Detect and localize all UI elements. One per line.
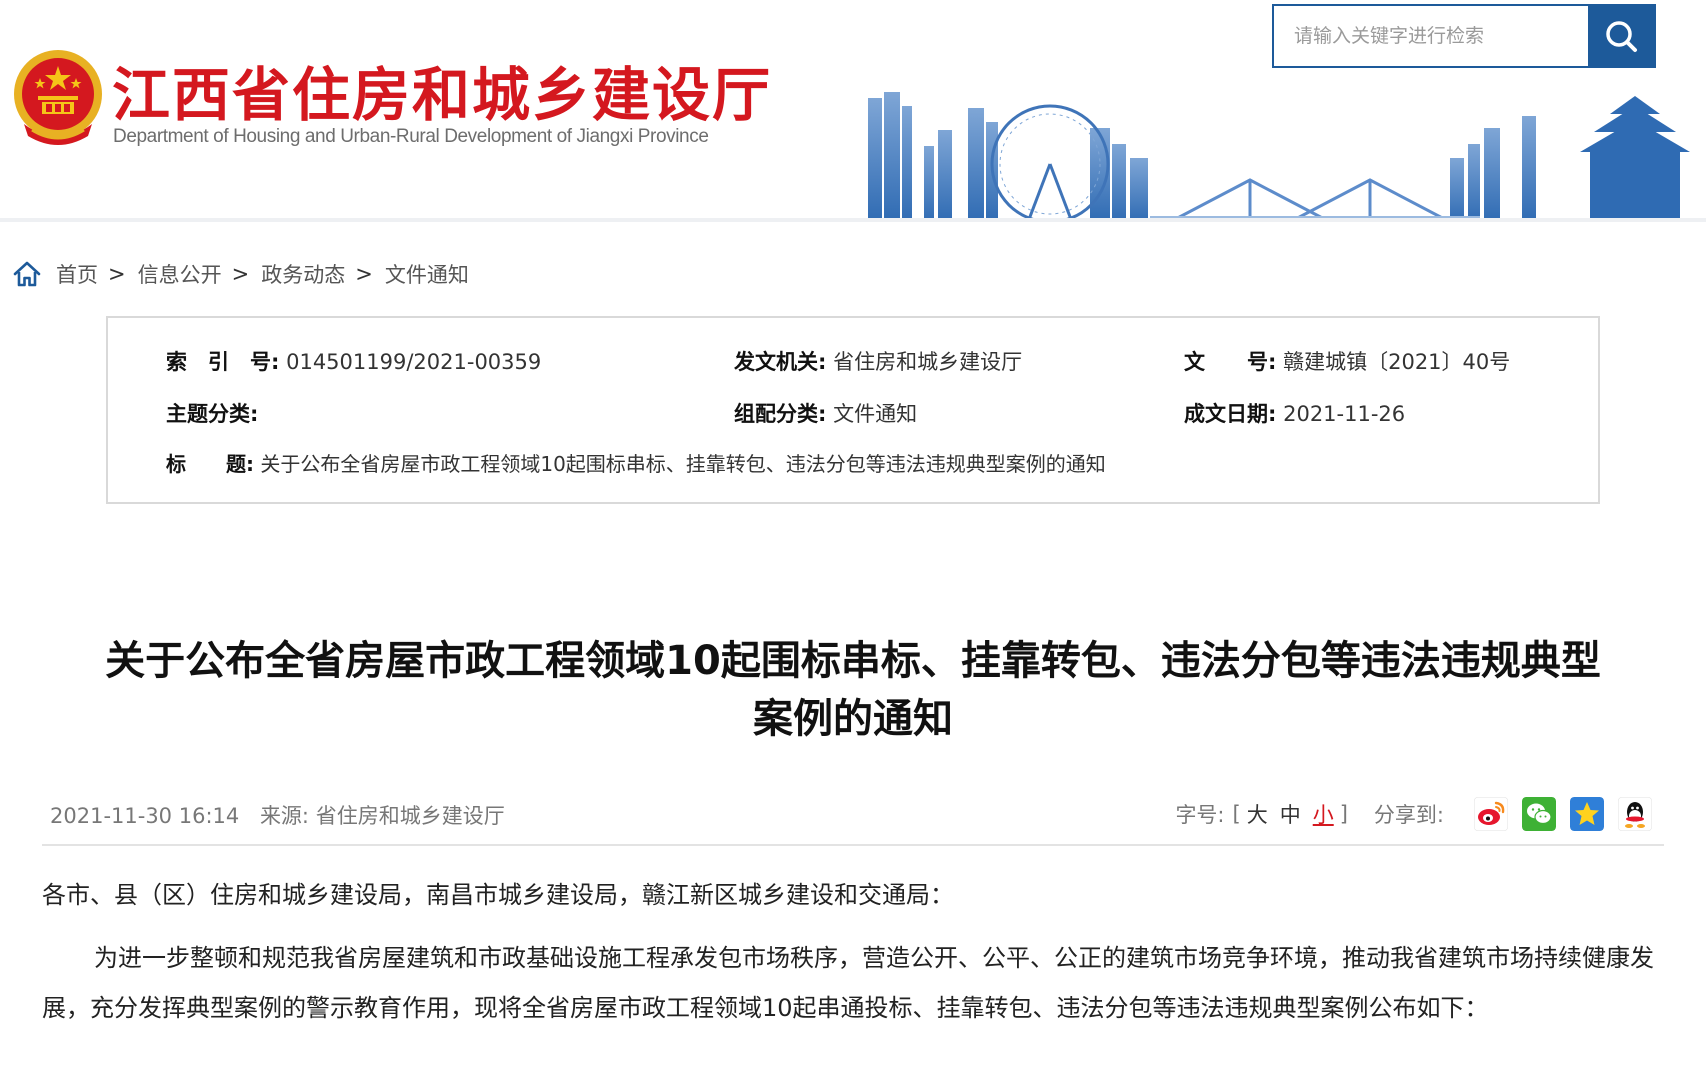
font-size-large-button[interactable]: 大 [1247, 799, 1268, 829]
publish-datetime: 2021-11-30 16:14 [50, 804, 240, 828]
article-salutation: 各市、县（区）住房和城乡建设局，南昌市城乡建设局，赣江新区城乡建设和交通局： [42, 881, 954, 909]
breadcrumb-government-news[interactable]: 政务动态 [261, 259, 345, 289]
meta-value: 014501199/2021-00359 [286, 350, 542, 374]
article-paragraph: 为进一步整顿和规范我省房屋建筑和市政基础设施工程承发包市场秩序，营造公开、公平、… [42, 944, 1654, 1022]
meta-written-date: 成文日期: 2021-11-26 [1184, 398, 1405, 428]
meta-label: 成文日期: [1184, 402, 1277, 426]
site-subtitle: Department of Housing and Urban-Rural De… [113, 126, 709, 147]
meta-document-number: 文 号: 赣建城镇〔2021〕40号 [1184, 346, 1510, 376]
meta-label: 主题分类: [166, 402, 259, 426]
article-title-line: 案例的通知 [753, 696, 953, 742]
publish-info: 2021-11-30 16:14 来源: 省住房和城乡建设厅 [50, 800, 505, 830]
meta-label: 标 题: [166, 452, 254, 476]
source-label: 来源: [259, 804, 310, 828]
meta-label: 文 号: [1184, 350, 1277, 374]
bracket-open: [ [1232, 802, 1241, 826]
qq-icon[interactable] [1618, 797, 1652, 831]
wechat-icon[interactable] [1522, 797, 1556, 831]
meta-label: 发文机关: [734, 350, 827, 374]
bracket-close: ] [1339, 802, 1348, 826]
article-title-line: 关于公布全省房屋市政工程领域10起围标串标、挂靠转包、违法分包等违法违规典型 [105, 638, 1601, 684]
breadcrumb-separator: > [108, 262, 126, 286]
search-input[interactable] [1274, 6, 1588, 66]
font-size-medium-button[interactable]: 中 [1280, 799, 1301, 829]
meta-index-number: 索 引 号: 014501199/2021-00359 [166, 346, 541, 376]
meta-label: 索 引 号: [166, 350, 280, 374]
meta-group-category: 组配分类: 文件通知 [734, 398, 917, 428]
source-value: 省住房和城乡建设厅 [315, 804, 505, 828]
meta-issuer: 发文机关: 省住房和城乡建设厅 [734, 346, 1022, 376]
national-emblem-icon[interactable] [10, 46, 106, 150]
breadcrumb-home[interactable]: 首页 [56, 259, 98, 289]
search-button[interactable] [1588, 6, 1654, 66]
meta-value: 关于公布全省房屋市政工程领域10起围标串标、挂靠转包、违法分包等违法违规典型案例… [260, 452, 1106, 476]
article-info-bar: 2021-11-30 16:14 来源: 省住房和城乡建设厅 字号: [ 大 中… [42, 790, 1664, 846]
home-icon[interactable] [12, 259, 42, 289]
meta-value: 赣建城镇〔2021〕40号 [1283, 350, 1511, 374]
breadcrumb-info-disclosure[interactable]: 信息公开 [138, 259, 222, 289]
breadcrumb: 首页 > 信息公开 > 政务动态 > 文件通知 [12, 258, 469, 290]
breadcrumb-file-notices[interactable]: 文件通知 [385, 259, 469, 289]
breadcrumb-separator: > [231, 262, 250, 286]
article-title: 关于公布全省房屋市政工程领域10起围标串标、挂靠转包、违法分包等违法违规典型 案… [40, 632, 1666, 748]
font-size-small-button[interactable]: 小 [1313, 799, 1334, 829]
article-tools: 字号: [ 大 中 小 ] 分享到: [1175, 792, 1652, 836]
city-skyline-banner [868, 92, 1690, 222]
meta-label: 组配分类: [734, 402, 827, 426]
site-header: 江西省住房和城乡建设厅 Department of Housing and Ur… [0, 0, 1706, 222]
meta-topic-category: 主题分类: [166, 398, 258, 428]
meta-value: 省住房和城乡建设厅 [833, 350, 1023, 374]
weibo-icon[interactable] [1474, 797, 1508, 831]
search-icon [1606, 21, 1637, 52]
meta-title: 标 题: 关于公布全省房屋市政工程领域10起围标串标、挂靠转包、违法分包等违法违… [166, 448, 1106, 477]
font-size-label: 字号: [1175, 803, 1225, 827]
document-meta-box: 索 引 号: 014501199/2021-00359 发文机关: 省住房和城乡… [106, 316, 1600, 504]
site-title[interactable]: 江西省住房和城乡建设厅 [112, 48, 772, 132]
favorite-star-icon[interactable] [1570, 797, 1604, 831]
header-divider [0, 218, 1706, 222]
search-box [1272, 4, 1656, 68]
share-label: 分享到: [1373, 803, 1444, 827]
meta-value: 2021-11-26 [1283, 402, 1406, 426]
meta-value: 文件通知 [833, 402, 918, 426]
breadcrumb-separator: > [355, 262, 373, 286]
